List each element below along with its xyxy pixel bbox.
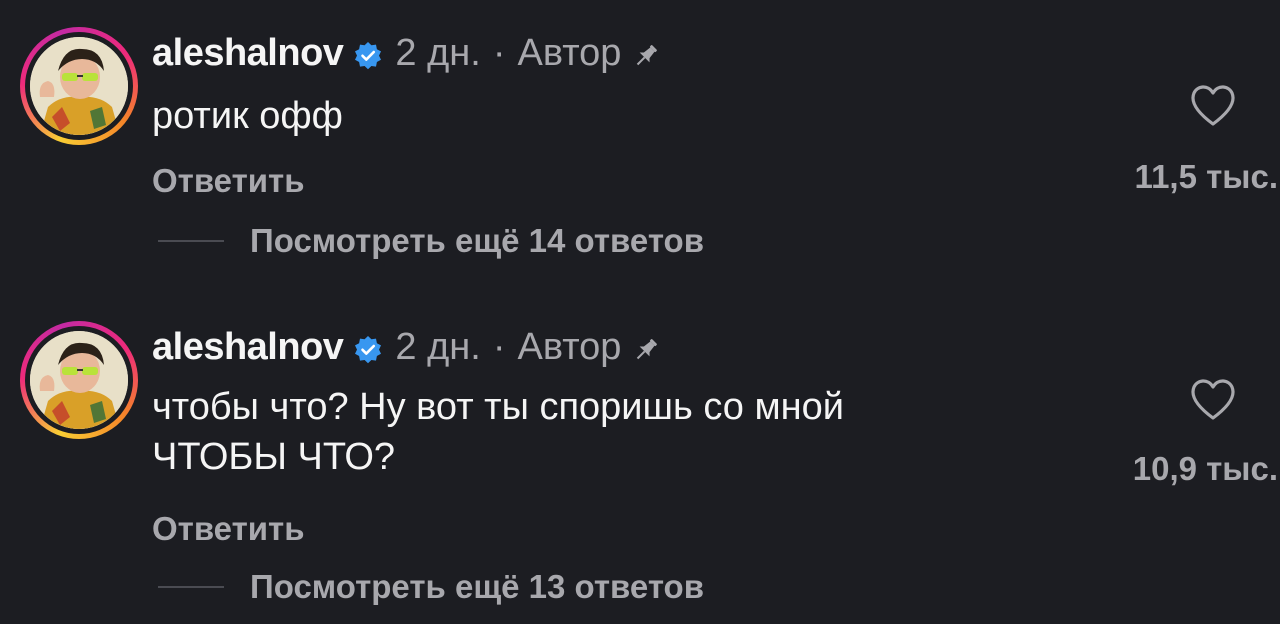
avatar[interactable]: [20, 27, 138, 145]
author-label: Автор: [517, 325, 622, 368]
comment-text: чтобы что? Ну вот ты споришь со мной ЧТО…: [152, 382, 844, 482]
comment-text-line: чтобы что? Ну вот ты споришь со мной: [152, 386, 844, 428]
timestamp: 2 дн.: [395, 31, 481, 74]
avatar-photo: [30, 37, 128, 135]
pin-icon: [631, 38, 661, 68]
comment-item: aleshalnov 2 дн. · Автор ротик офф Ответ…: [0, 0, 1280, 296]
verified-badge-icon: [353, 38, 383, 70]
verified-badge-icon: [353, 332, 383, 364]
comment-text-line: ЧТОБЫ ЧТО?: [152, 436, 396, 478]
username[interactable]: aleshalnov: [152, 326, 344, 369]
reply-button[interactable]: Ответить: [152, 162, 305, 200]
separator: ·: [492, 31, 506, 74]
view-replies-button[interactable]: Посмотреть ещё 14 ответов: [158, 222, 704, 260]
avatar-photo: [30, 331, 128, 429]
comment-item: aleshalnov 2 дн. · Автор чтобы что? Ну в…: [0, 296, 1280, 624]
timestamp: 2 дн.: [395, 325, 481, 368]
heart-icon[interactable]: [1188, 376, 1238, 422]
comment-header: aleshalnov 2 дн. · Автор: [152, 28, 661, 78]
like-count: 10,9 тыс.: [1132, 450, 1278, 487]
comment-text: ротик офф: [152, 91, 343, 141]
like-count: 11,5 тыс.: [1134, 158, 1278, 195]
comment-text-line: ротик офф: [152, 95, 343, 137]
reply-button[interactable]: Ответить: [152, 510, 305, 548]
view-replies-button[interactable]: Посмотреть ещё 13 ответов: [158, 568, 704, 606]
separator: ·: [492, 325, 506, 368]
author-label: Автор: [517, 31, 622, 74]
heart-icon[interactable]: [1188, 82, 1238, 128]
username[interactable]: aleshalnov: [152, 32, 344, 75]
avatar[interactable]: [20, 321, 138, 439]
thread-line: [158, 240, 224, 242]
view-replies-label: Посмотреть ещё 14 ответов: [250, 222, 704, 259]
pin-icon: [631, 332, 661, 362]
comment-header: aleshalnov 2 дн. · Автор: [152, 322, 661, 372]
thread-line: [158, 586, 224, 588]
view-replies-label: Посмотреть ещё 13 ответов: [250, 568, 704, 605]
